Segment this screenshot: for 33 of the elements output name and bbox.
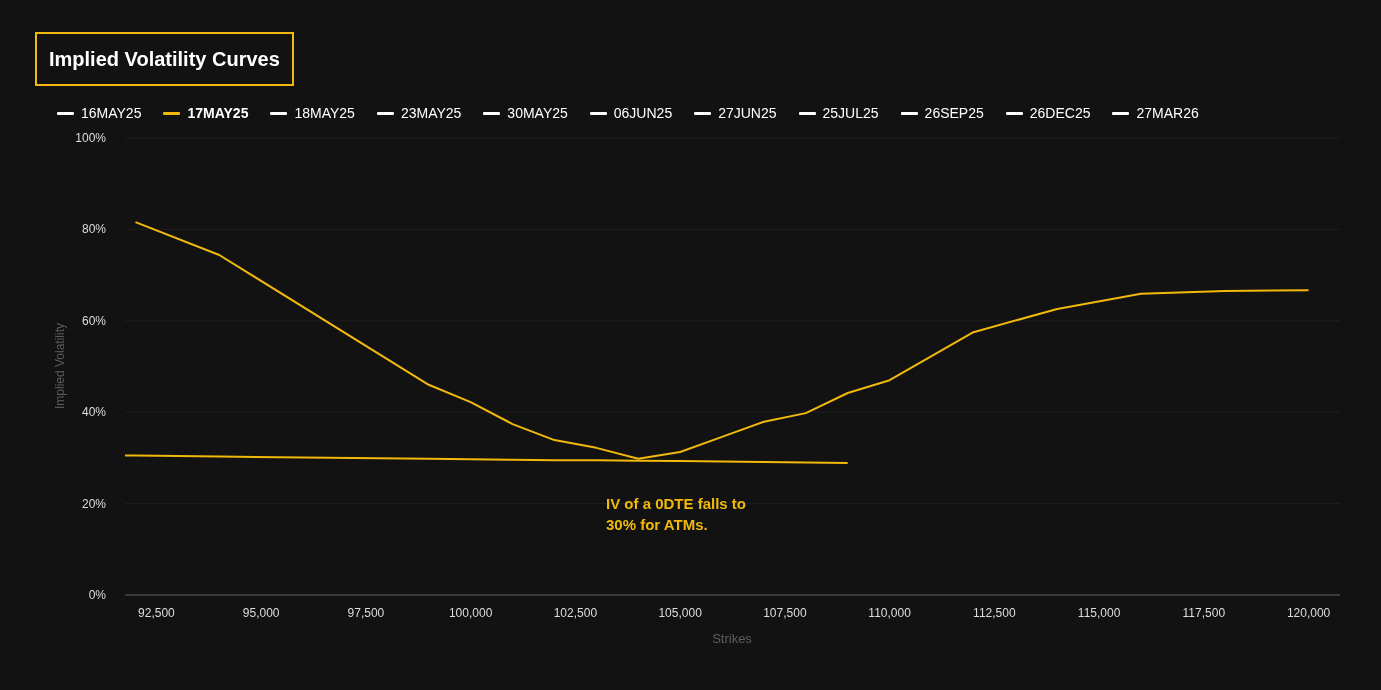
y-tick-label: 0% [88,588,106,602]
legend-item[interactable]: 27MAR26 [1112,105,1199,121]
annotation-text: IV of a 0DTE falls to 30% for ATMs. [606,494,748,535]
x-tick-label: 97,500 [347,606,385,620]
legend-item[interactable]: 26DEC25 [1005,105,1091,121]
legend-item[interactable]: 25JUL25 [798,105,879,121]
x-tick-label: 102,500 [553,606,598,620]
x-tick-label: 95,000 [242,606,280,620]
y-tick-label: 100% [75,131,106,145]
legend-item[interactable]: 17MAY25 [163,105,249,121]
y-tick-label: 60% [81,313,106,328]
x-tick-label: 107,500 [763,606,807,620]
legend-item[interactable]: 30MAY25 [483,105,568,121]
x-tick-label: 105,000 [658,606,702,620]
legend-item[interactable]: 18MAY25 [270,105,355,121]
legend-item[interactable]: 06JUN25 [589,105,673,121]
x-tick-label: 115,000 [1077,606,1121,620]
legend-item[interactable]: 26SEP25 [900,105,984,121]
x-tick-label: 112,500 [973,606,1016,620]
y-tick-label: 40% [81,405,106,420]
x-tick-label: 117,500 [1182,606,1226,620]
y-tick-label: 20% [81,496,106,511]
x-tick-label: 100,000 [448,606,493,620]
y-axis-title: Implied Volatility [53,323,67,409]
legend-item[interactable]: 23MAY25 [376,105,462,121]
x-tick-label: 110,000 [868,606,911,620]
legend-item[interactable]: 16MAY25 [57,105,142,121]
legend-item[interactable]: 27JUN25 [694,105,777,121]
chart-title: Implied Volatility Curves [35,32,294,86]
x-axis-title: Strikes [712,631,752,646]
x-tick-label: 92,500 [138,606,175,620]
y-tick-label: 80% [81,222,106,237]
x-tick-label: 120,000 [1286,606,1331,620]
